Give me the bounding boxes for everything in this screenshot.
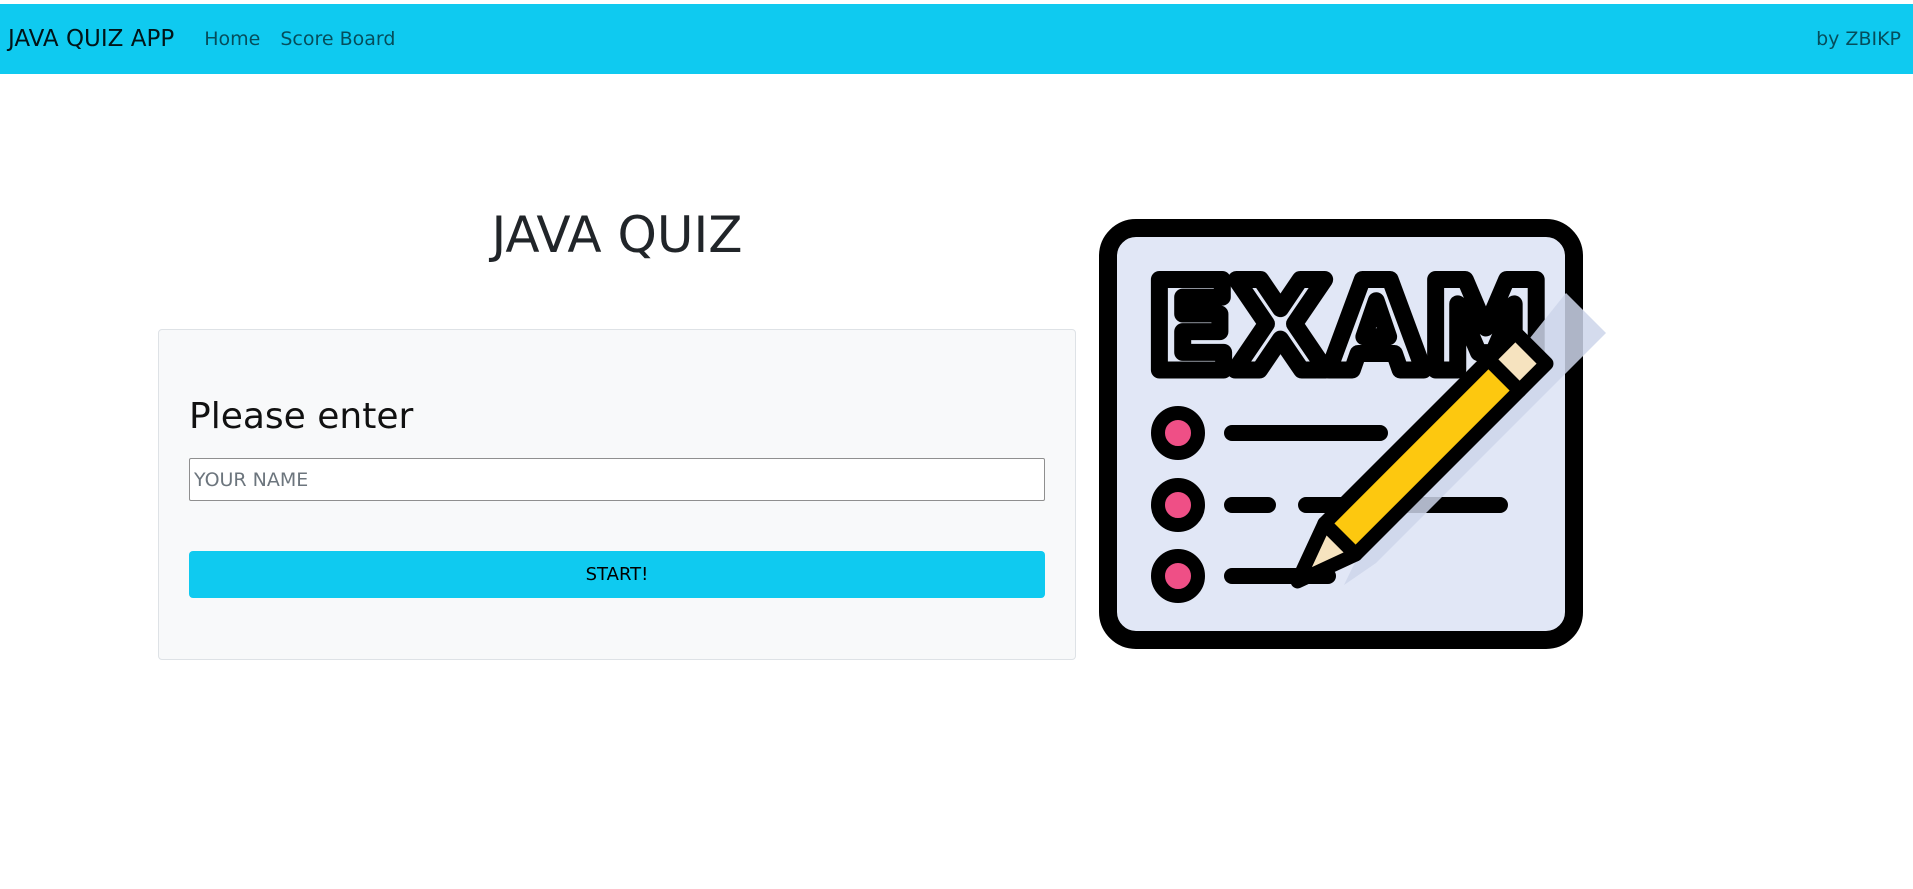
top-navbar: JAVA QUIZ APP Home Score Board by ZBIKP	[0, 4, 1913, 74]
name-input[interactable]	[189, 458, 1045, 501]
nav-link-score-board[interactable]: Score Board	[280, 28, 395, 50]
author-credit: by ZBIKP	[1816, 28, 1901, 50]
start-button[interactable]: START!	[189, 551, 1045, 598]
nav-link-home[interactable]: Home	[204, 28, 260, 50]
exam-pencil-icon: EXAM	[1099, 219, 1606, 649]
page-title: JAVA QUIZ	[491, 206, 743, 264]
name-entry-card: Please enter START!	[158, 329, 1076, 660]
brand-link[interactable]: JAVA QUIZ APP	[8, 26, 174, 52]
card-heading: Please enter	[189, 396, 414, 437]
